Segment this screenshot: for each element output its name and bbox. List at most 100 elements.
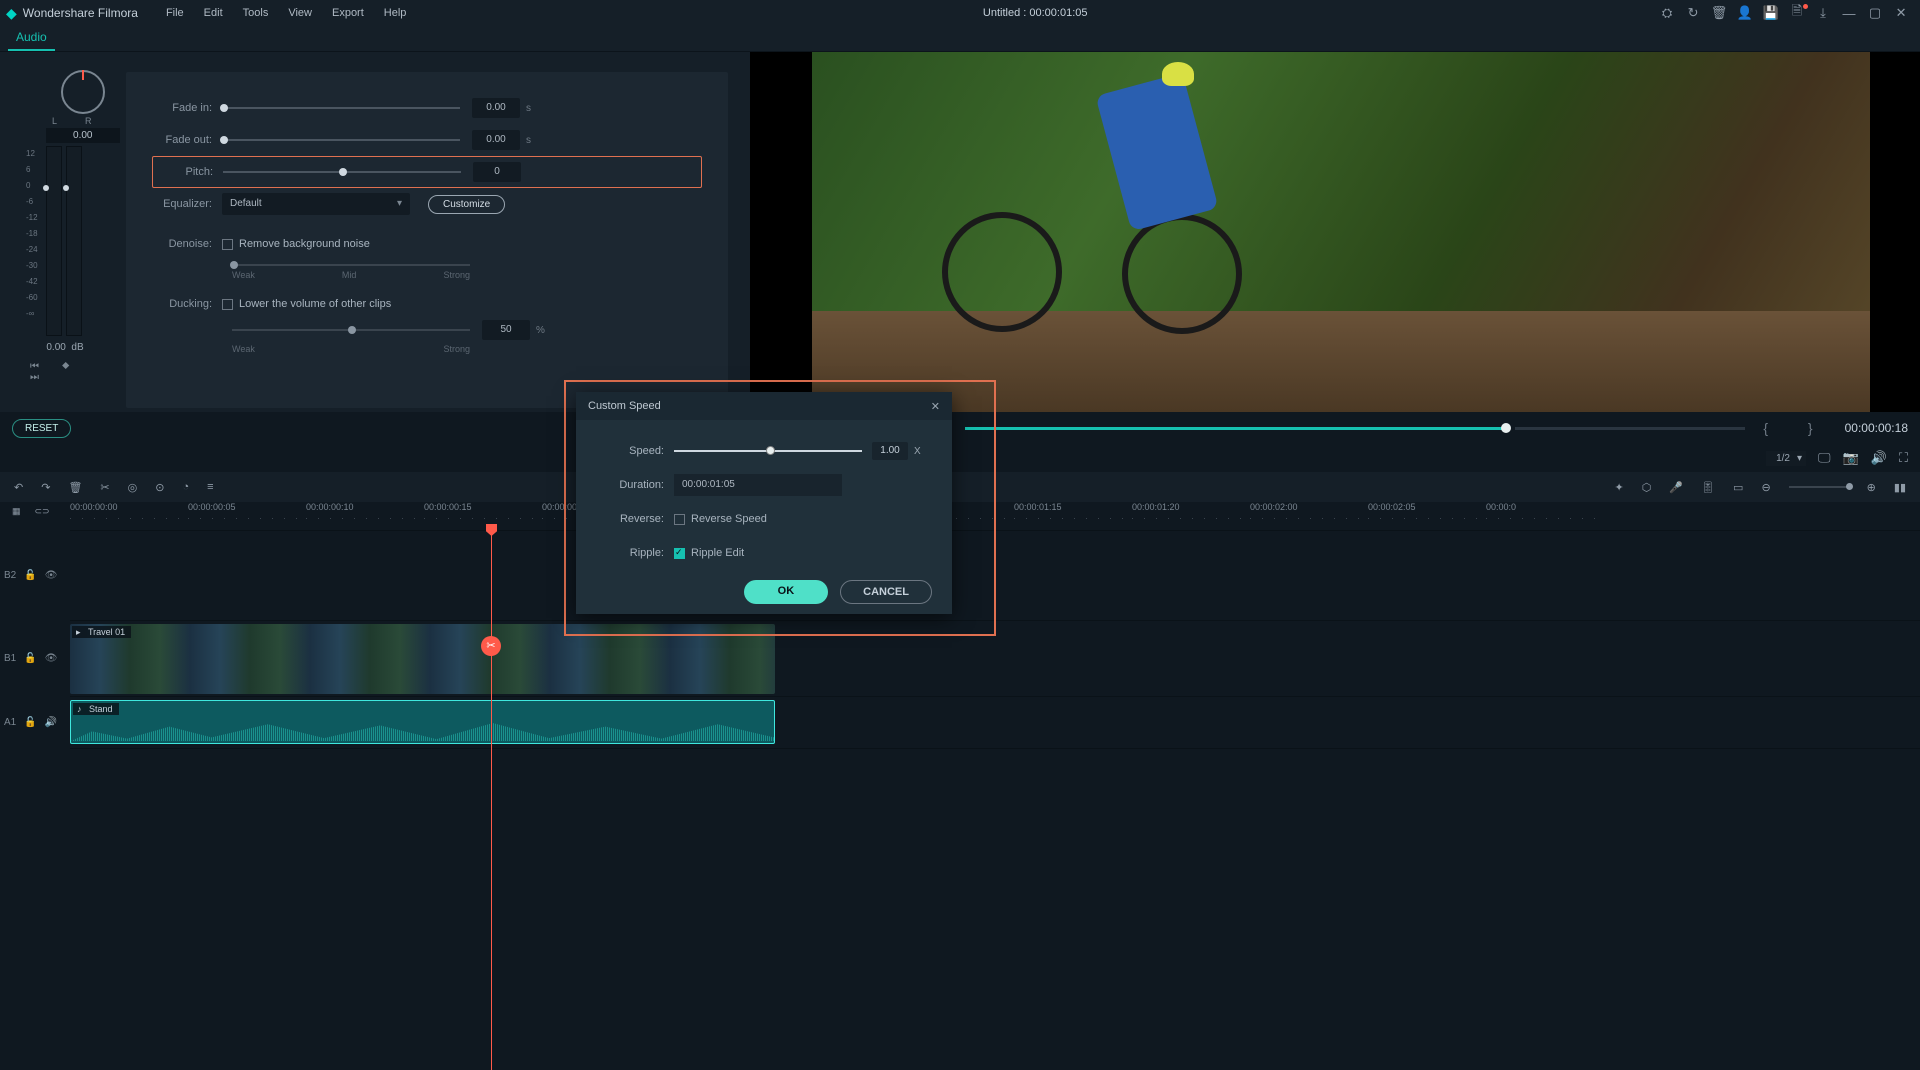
speed-slider[interactable] — [674, 450, 862, 452]
preview-monitor — [750, 52, 1920, 412]
pitch-value[interactable]: 0 — [473, 162, 521, 182]
reverse-label: Reverse: — [596, 513, 664, 525]
ripple-label: Ripple: — [596, 547, 664, 559]
snap-icon[interactable]: ▦ — [12, 506, 21, 517]
pitch-slider[interactable] — [223, 171, 461, 173]
snapshot-icon[interactable]: 📷 — [1843, 450, 1859, 466]
ripple-checkbox[interactable] — [674, 548, 685, 559]
window-close-icon[interactable]: ✕ — [1888, 5, 1914, 21]
audio-meter: 12 6 0 -6 -12 -18 -24 -30 -42 -60 -∞ 0.0… — [26, 146, 104, 383]
ok-button[interactable]: OK — [744, 580, 829, 604]
zoom-slider[interactable] — [1789, 486, 1849, 488]
speed-icon[interactable]: ⊙ — [155, 481, 164, 494]
menu-tools[interactable]: Tools — [233, 7, 279, 19]
custom-speed-dialog: Custom Speed ✕ Speed: 1.00 X Duration: 0… — [576, 392, 952, 614]
visibility-icon[interactable]: 👁 — [45, 570, 58, 581]
download-icon[interactable]: ⤓ — [1810, 5, 1836, 21]
menu-edit[interactable]: Edit — [194, 7, 233, 19]
reverse-check-label: Reverse Speed — [691, 513, 767, 525]
lock-icon[interactable]: 🔓 — [24, 653, 36, 664]
playhead[interactable]: ✂ — [491, 530, 492, 1070]
timecode-display: 00:00:00:18 — [1845, 421, 1908, 435]
save-icon[interactable]: 💾 — [1758, 5, 1784, 21]
window-maximize-icon[interactable]: ▢ — [1862, 5, 1888, 21]
pitch-label: Pitch: — [153, 166, 223, 178]
zoom-out-icon[interactable]: ⊖ — [1761, 481, 1770, 494]
speed-label: Speed: — [596, 445, 664, 457]
meter-controls[interactable]: ⏮ ◆ ⏭ — [26, 361, 104, 383]
window-minimize-icon[interactable]: — — [1836, 6, 1862, 21]
equalizer-customize-button[interactable]: Customize — [428, 195, 505, 214]
balance-value[interactable]: 0.00 — [46, 128, 120, 143]
balance-knob[interactable]: LR 0.00 — [46, 70, 120, 143]
marker-icon[interactable]: ✦ — [1615, 481, 1624, 494]
fade-out-slider[interactable] — [222, 139, 460, 141]
tab-audio[interactable]: Audio — [8, 25, 55, 51]
delete-icon[interactable]: 🗑 — [68, 481, 82, 494]
fade-in-slider[interactable] — [222, 107, 460, 109]
ducking-label: Ducking: — [152, 298, 222, 310]
video-clip-label: Travel 01 — [72, 626, 131, 638]
speed-value[interactable]: 1.00 — [872, 442, 908, 460]
display-icon[interactable]: 🖵 — [1818, 450, 1831, 466]
redo-icon[interactable]: ↷ — [41, 481, 50, 494]
lock-icon[interactable]: 🔓 — [24, 570, 36, 581]
title-bar: ◆ Wondershare Filmora File Edit Tools Vi… — [0, 0, 1920, 26]
tag-icon[interactable]: ⬡ — [1642, 481, 1652, 494]
duration-input[interactable]: 00:00:01:05 — [674, 474, 842, 496]
mic-icon[interactable]: 🎤 — [1669, 481, 1683, 494]
playback-progress[interactable] — [965, 427, 1505, 430]
dialog-close-icon[interactable]: ✕ — [931, 400, 940, 413]
refresh-icon[interactable]: ↻ — [1680, 5, 1706, 21]
zoom-fit-icon[interactable]: ▮▮ — [1894, 481, 1906, 494]
preview-frame — [812, 52, 1870, 412]
fullscreen-icon[interactable]: ⛶ — [1899, 450, 1908, 466]
mixer-icon[interactable]: 🎚 — [1701, 481, 1715, 494]
denoise-checkbox[interactable] — [222, 239, 233, 250]
link-icon[interactable]: ⊂⊃ — [35, 506, 50, 517]
split-playhead-icon[interactable]: ✂ — [481, 636, 501, 656]
account-icon[interactable]: 👤 — [1732, 5, 1758, 21]
settings-gear-icon[interactable]: ⛭ — [1654, 5, 1680, 21]
denoise-slider[interactable] — [232, 264, 470, 266]
reverse-checkbox[interactable] — [674, 514, 685, 525]
notification-icon[interactable]: 🗎 — [1784, 2, 1810, 24]
app-name: Wondershare Filmora — [23, 6, 138, 20]
lock-icon[interactable]: 🔓 — [24, 717, 36, 728]
volume-icon[interactable]: 🔊 — [1871, 450, 1887, 466]
trash-icon[interactable]: 🗑 — [1706, 5, 1732, 21]
undo-icon[interactable]: ↶ — [14, 481, 23, 494]
crop-icon[interactable]: ◎ — [128, 481, 138, 494]
fade-in-value[interactable]: 0.00 — [472, 98, 520, 118]
in-out-brackets[interactable]: { } — [1763, 420, 1830, 436]
menu-view[interactable]: View — [278, 7, 322, 19]
fade-out-value[interactable]: 0.00 — [472, 130, 520, 150]
app-logo-icon: ◆ — [6, 5, 17, 22]
fade-out-label: Fade out: — [152, 134, 222, 146]
audio-clip[interactable]: Stand — [70, 700, 775, 744]
visibility-icon[interactable]: 👁 — [45, 653, 58, 664]
denoise-check-label: Remove background noise — [239, 238, 370, 250]
ducking-check-label: Lower the volume of other clips — [239, 298, 391, 310]
ducking-value[interactable]: 50 — [482, 320, 530, 340]
panel-tabs: Audio — [0, 26, 1920, 52]
reset-button[interactable]: RESET — [12, 419, 71, 438]
equalizer-label: Equalizer: — [152, 198, 222, 210]
cancel-button[interactable]: CANCEL — [840, 580, 932, 604]
menu-help[interactable]: Help — [374, 7, 417, 19]
speaker-icon[interactable]: 🔊 — [45, 717, 57, 728]
adjust-icon[interactable]: ≡ — [207, 481, 213, 493]
split-icon[interactable]: ✂ — [100, 481, 109, 494]
audio-track[interactable]: A1🔓🔊 Stand — [70, 696, 1920, 748]
ducking-slider[interactable] — [232, 329, 470, 331]
frame-icon[interactable]: ▭ — [1733, 481, 1743, 494]
audio-panel: LR 0.00 12 6 0 -6 -12 -18 -24 -30 -42 -6… — [0, 52, 750, 412]
color-icon[interactable]: ◔ — [182, 481, 189, 493]
zoom-in-icon[interactable]: ⊕ — [1867, 481, 1876, 494]
menu-export[interactable]: Export — [322, 7, 374, 19]
equalizer-select[interactable]: Default — [222, 193, 410, 215]
page-select[interactable]: 1/2 — [1766, 451, 1806, 466]
menu-file[interactable]: File — [156, 7, 194, 19]
ducking-checkbox[interactable] — [222, 299, 233, 310]
denoise-label: Denoise: — [152, 238, 222, 250]
